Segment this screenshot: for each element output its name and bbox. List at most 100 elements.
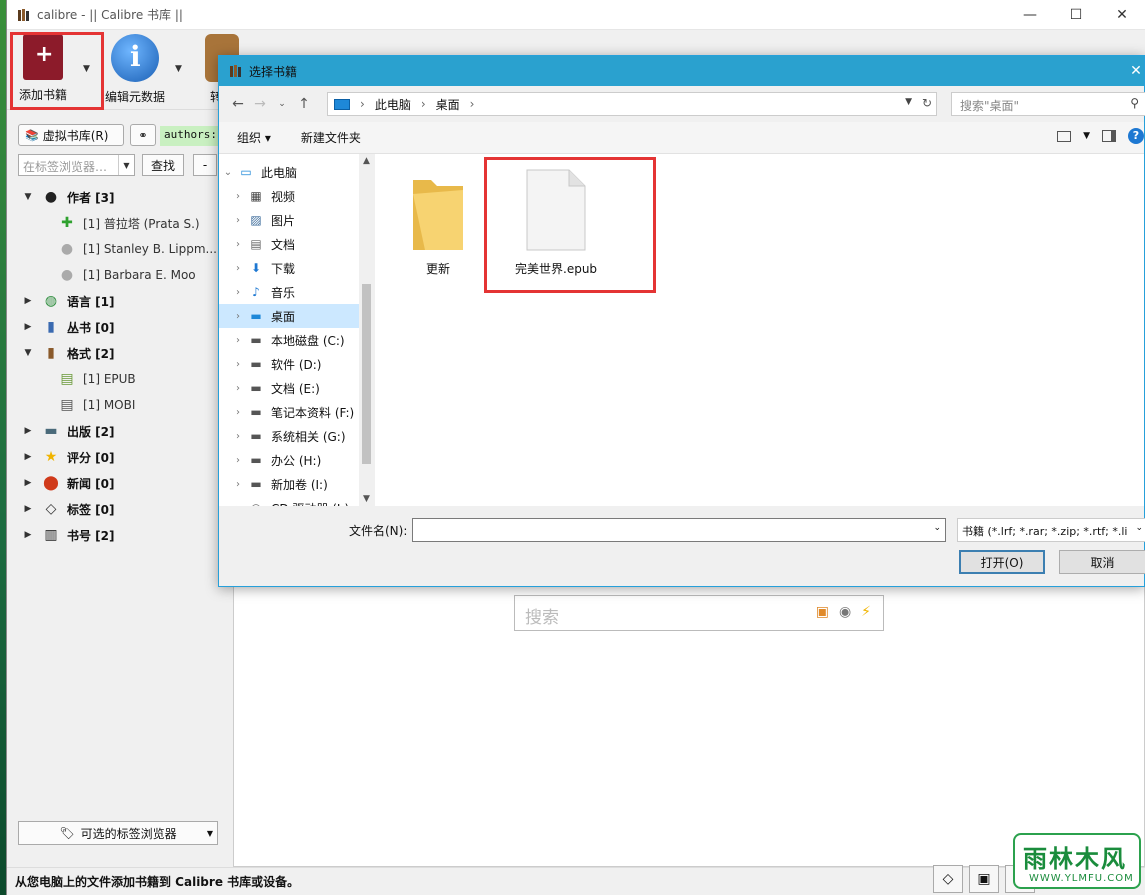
chevron-down-icon[interactable]: ▼ bbox=[905, 97, 912, 107]
filename-input[interactable]: ⌄ bbox=[412, 518, 946, 542]
collapsed-arrow-icon[interactable]: › bbox=[229, 263, 247, 274]
help-icon[interactable]: ? bbox=[1128, 128, 1144, 144]
alternative-tag-browser-button[interactable]: 🏷 可选的标签浏览器 ▼ bbox=[18, 821, 218, 845]
cover-toggle-button[interactable]: ▣ bbox=[969, 865, 999, 893]
tree-item[interactable]: ▶ ◇ 标签 [0] bbox=[7, 496, 219, 522]
nav-item[interactable]: › ▬ 本地磁盘 (C:) bbox=[219, 328, 373, 352]
tree-item[interactable]: ▶ ▮ 丛书 [0] bbox=[7, 314, 219, 340]
history-icon[interactable]: ◉ bbox=[839, 604, 851, 620]
download-icon: ⬇ bbox=[250, 261, 262, 275]
scroll-down-icon[interactable]: ▼ bbox=[359, 494, 374, 504]
scroll-thumb[interactable] bbox=[362, 284, 371, 464]
nav-item[interactable]: › ♪ 音乐 bbox=[219, 280, 373, 304]
collapsed-arrow-icon[interactable]: ▶ bbox=[21, 478, 35, 488]
tree-item[interactable]: ▤ [1] EPUB bbox=[7, 366, 219, 392]
saved-search-icon[interactable]: ▣ bbox=[816, 604, 829, 620]
nav-item[interactable]: › ▤ 文档 bbox=[219, 232, 373, 256]
organize-menu[interactable]: 组织 ▾ bbox=[237, 129, 271, 146]
collapsed-arrow-icon[interactable]: › bbox=[229, 359, 247, 370]
preview-pane-icon[interactable] bbox=[1102, 130, 1116, 142]
tree-item[interactable]: ▼ ● 作者 [3] bbox=[7, 184, 219, 210]
nav-item[interactable]: › ▨ 图片 bbox=[219, 208, 373, 232]
collapsed-arrow-icon[interactable]: ▶ bbox=[21, 322, 35, 332]
dialog-close-button[interactable]: ✕ bbox=[1128, 56, 1144, 86]
tag-browser-search-input[interactable]: 在标签浏览器… ▼ bbox=[18, 154, 135, 176]
chevron-down-icon[interactable]: ⌄ bbox=[933, 523, 941, 533]
collapsed-arrow-icon[interactable]: › bbox=[229, 455, 247, 466]
collapsed-arrow-icon[interactable]: › bbox=[229, 311, 247, 322]
collapsed-arrow-icon[interactable]: ▶ bbox=[21, 426, 35, 436]
collapsed-arrow-icon[interactable]: ▶ bbox=[21, 530, 35, 540]
tree-item[interactable]: ● [1] Stanley B. Lippm... bbox=[7, 236, 219, 262]
breadcrumb-this-pc[interactable]: 此电脑 bbox=[375, 96, 411, 113]
cover-grid-search-box[interactable]: 搜索 ▣ ◉ ⚡ bbox=[514, 595, 884, 631]
nav-item[interactable]: › ▬ 办公 (H:) bbox=[219, 448, 373, 472]
virtual-library-button[interactable]: 📚 虚拟书库(R) bbox=[18, 124, 124, 146]
up-arrow-icon[interactable]: ↑ bbox=[293, 96, 315, 112]
tree-item[interactable]: ▶ ▬ 出版 [2] bbox=[7, 418, 219, 444]
collapse-button[interactable]: - bbox=[193, 154, 217, 176]
nav-item[interactable]: › ▬ 笔记本资料 (F:) bbox=[219, 400, 373, 424]
folder-item[interactable]: 更新 bbox=[411, 172, 465, 277]
nav-item[interactable]: › ⬇ 下载 bbox=[219, 256, 373, 280]
binoculars-button[interactable]: ⚭ bbox=[130, 124, 156, 146]
edit-metadata-button[interactable]: i 编辑元数据 bbox=[105, 34, 165, 105]
expanded-arrow-icon[interactable]: ⌄ bbox=[219, 167, 237, 178]
open-button[interactable]: 打开(O) bbox=[959, 550, 1045, 574]
new-folder-button[interactable]: 新建文件夹 bbox=[301, 129, 361, 146]
tree-item[interactable]: ▤ [1] MOBI bbox=[7, 392, 219, 418]
collapsed-arrow-icon[interactable]: › bbox=[229, 383, 247, 394]
dialog-search-input[interactable]: 搜索"桌面" ⚲ bbox=[951, 92, 1145, 116]
search-query-field[interactable]: authors:" bbox=[160, 126, 220, 146]
back-arrow-icon[interactable]: ← bbox=[227, 96, 249, 112]
expanded-arrow-icon[interactable]: ▼ bbox=[21, 192, 35, 202]
tree-item[interactable]: ● [1] Barbara E. Moo bbox=[7, 262, 219, 288]
expanded-arrow-icon[interactable]: ▼ bbox=[21, 348, 35, 358]
scroll-up-icon[interactable]: ▲ bbox=[359, 156, 374, 166]
maximize-button[interactable]: ☐ bbox=[1053, 0, 1099, 30]
nav-item[interactable]: ⌄ ▭ 此电脑 bbox=[219, 160, 373, 184]
recent-dropdown-icon[interactable]: ⌄ bbox=[271, 99, 293, 109]
minimize-button[interactable]: — bbox=[1007, 0, 1053, 30]
lightning-icon[interactable]: ⚡ bbox=[861, 604, 871, 620]
collapsed-arrow-icon[interactable]: › bbox=[229, 407, 247, 418]
chevron-down-icon[interactable]: ▼ bbox=[118, 155, 134, 175]
tree-item[interactable]: ▶ ▥ 书号 [2] bbox=[7, 522, 219, 548]
tree-item[interactable]: ▶ ◍ 语言 [1] bbox=[7, 288, 219, 314]
nav-item[interactable]: › ▬ 桌面 bbox=[219, 304, 373, 328]
tree-item[interactable]: ▶ ★ 评分 [0] bbox=[7, 444, 219, 470]
collapsed-arrow-icon[interactable]: › bbox=[229, 431, 247, 442]
close-button[interactable]: ✕ bbox=[1099, 0, 1145, 30]
tree-item[interactable]: ✚ [1] 普拉塔 (Prata S.) bbox=[7, 210, 219, 236]
tree-item[interactable]: ▼ ▮ 格式 [2] bbox=[7, 340, 219, 366]
collapsed-arrow-icon[interactable]: › bbox=[229, 239, 247, 250]
collapsed-arrow-icon[interactable]: ▶ bbox=[21, 504, 35, 514]
collapsed-arrow-icon[interactable]: › bbox=[229, 335, 247, 346]
chevron-down-icon[interactable]: ▼ bbox=[1083, 131, 1090, 141]
collapsed-arrow-icon[interactable]: › bbox=[229, 287, 247, 298]
refresh-icon[interactable]: ↻ bbox=[922, 96, 932, 110]
nav-item[interactable]: › ▬ 新加卷 (I:) bbox=[219, 472, 373, 496]
nav-scrollbar[interactable]: ▲ ▼ bbox=[359, 154, 374, 506]
find-button[interactable]: 查找 bbox=[142, 154, 184, 176]
collapsed-arrow-icon[interactable]: › bbox=[229, 191, 247, 202]
edit-metadata-dropdown-arrow[interactable]: ▼ bbox=[175, 64, 182, 74]
collapsed-arrow-icon[interactable]: › bbox=[229, 215, 247, 226]
address-bar[interactable]: › 此电脑 › 桌面 › ▼ ↻ bbox=[327, 92, 937, 116]
collapsed-arrow-icon[interactable]: ▶ bbox=[21, 296, 35, 306]
collapsed-arrow-icon[interactable]: ▶ bbox=[21, 452, 35, 462]
view-mode-icon[interactable] bbox=[1057, 130, 1072, 142]
tag-toggle-button[interactable]: ◇ bbox=[933, 865, 963, 893]
nav-item[interactable]: ›◎ CD 驱动器 (J:) bbox=[219, 496, 373, 506]
tree-item[interactable]: ▶ ⬤ 新闻 [0] bbox=[7, 470, 219, 496]
breadcrumb-desktop[interactable]: 桌面 bbox=[436, 96, 460, 113]
collapsed-arrow-icon[interactable]: › bbox=[229, 503, 247, 507]
nav-item[interactable]: › ▦ 视频 bbox=[219, 184, 373, 208]
nav-item[interactable]: › ▬ 系统相关 (G:) bbox=[219, 424, 373, 448]
nav-item[interactable]: › ▬ 文档 (E:) bbox=[219, 376, 373, 400]
collapsed-arrow-icon[interactable]: › bbox=[229, 479, 247, 490]
file-type-select[interactable]: 书籍 (*.lrf; *.rar; *.zip; *.rtf; *.li ⌄ bbox=[957, 518, 1145, 542]
cancel-button[interactable]: 取消 bbox=[1059, 550, 1145, 574]
nav-item[interactable]: › ▬ 软件 (D:) bbox=[219, 352, 373, 376]
forward-arrow-icon[interactable]: → bbox=[249, 96, 271, 112]
